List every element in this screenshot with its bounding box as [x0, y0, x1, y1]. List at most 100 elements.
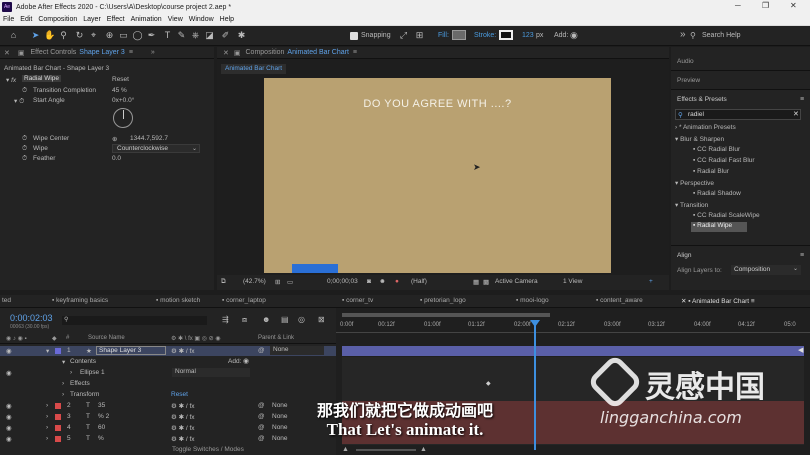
menu-layer[interactable]: Layer: [83, 16, 101, 23]
brush-tool-icon[interactable]: ✎: [176, 30, 187, 41]
clone-stamp-icon[interactable]: ⎈: [190, 30, 201, 41]
tree-item-transition[interactable]: ▾ Transition: [675, 201, 708, 209]
tree-item-perspective[interactable]: ▾ Perspective: [675, 179, 714, 187]
tree-item-radial-blur[interactable]: ▪ Radial Blur: [693, 168, 729, 175]
start-angle-expand-icon[interactable]: ▾ ⏱: [14, 97, 24, 106]
panel-close-icon[interactable]: ✕: [4, 49, 10, 57]
align-icon[interactable]: ⊞: [414, 30, 425, 41]
menu-edit[interactable]: Edit: [20, 16, 32, 23]
stroke-label[interactable]: Stroke:: [474, 32, 496, 39]
comp-lock-icon[interactable]: ▣: [234, 49, 241, 57]
tab-corner-tv[interactable]: ▪ corner_tv: [342, 297, 373, 304]
motion-blur-icon[interactable]: ◎: [298, 315, 305, 324]
layer-row-1[interactable]: ◉ ▾ 1 ★ Shape Layer 3 ⚙ ✱ / fx @ None: [0, 346, 336, 356]
search-help-input[interactable]: Search Help: [702, 32, 741, 39]
menu-view[interactable]: View: [168, 16, 183, 23]
transparency-grid-icon[interactable]: ▩: [483, 278, 489, 286]
align-menu-icon[interactable]: ≡: [800, 252, 804, 259]
tab-mooi-logo[interactable]: ▪ mooi-logo: [516, 297, 549, 304]
menu-animation[interactable]: Animation: [131, 16, 162, 23]
menu-file[interactable]: File: [3, 16, 14, 23]
fx-expand-icon[interactable]: ▾ fx: [6, 76, 16, 84]
snap-icon[interactable]: ⤢: [398, 30, 409, 41]
roto-brush-icon[interactable]: ✐: [220, 30, 231, 41]
layer-switches[interactable]: ⚙ ✱ / fx: [171, 347, 195, 355]
tab-corner-laptop[interactable]: ▪ corner_laptop: [222, 297, 266, 304]
stroke-swatch[interactable]: [499, 30, 513, 40]
zoom-out-icon[interactable]: ▲: [342, 446, 349, 453]
tree-item-radial-wipe[interactable]: ▪ Radial Wipe: [691, 222, 747, 232]
comp-tab-label[interactable]: Composition: [246, 49, 285, 56]
blend-mode-dropdown[interactable]: Normal: [172, 368, 250, 377]
close-button[interactable]: ✕: [790, 1, 797, 10]
ec-tab-label[interactable]: Effect Controls: [31, 49, 77, 56]
camera-dropdown[interactable]: Active Camera: [495, 278, 538, 285]
stopwatch-icon[interactable]: ⏱: [22, 87, 27, 95]
frame-blend-icon[interactable]: ▤: [281, 315, 289, 324]
panel-menu-icon[interactable]: ≡: [129, 49, 133, 56]
pan-behind-tool-icon[interactable]: ⊕: [104, 30, 115, 41]
tree-item-cc-radial-blur[interactable]: ▪ CC Radial Blur: [693, 146, 740, 153]
fill-label[interactable]: Fill:: [438, 32, 449, 39]
hand-tool-icon[interactable]: ✋: [44, 30, 55, 41]
menu-effect[interactable]: Effect: [107, 16, 125, 23]
zoom-tool-icon[interactable]: ⚲: [58, 30, 69, 41]
contents-row[interactable]: ▾ Contents Add: ◉: [0, 357, 336, 367]
ellipse-row[interactable]: ◉ › Ellipse 1 Normal: [0, 368, 336, 378]
ellipse-expand-icon[interactable]: ›: [70, 369, 72, 376]
resolution-dropdown[interactable]: (Half): [411, 278, 427, 285]
wipe-center-value[interactable]: 1344.7,592.7: [130, 135, 168, 142]
graph-editor-icon[interactable]: ⊠: [318, 315, 325, 324]
viewer-plus-icon[interactable]: +: [649, 278, 653, 285]
puppet-tool-icon[interactable]: ✱: [236, 30, 247, 41]
align-target-dropdown[interactable]: Composition ⌄: [731, 265, 801, 275]
contents-expand-icon[interactable]: ▾: [62, 358, 65, 366]
tree-item-cc-radial-fast-blur[interactable]: ▪ CC Radial Fast Blur: [693, 157, 755, 164]
fill-swatch[interactable]: [452, 30, 466, 40]
color-channel-icon[interactable]: ●: [395, 278, 399, 285]
comp-timecode[interactable]: 0;00;00;03: [327, 278, 358, 285]
eraser-tool-icon[interactable]: ◪: [204, 30, 215, 41]
layer-search-input[interactable]: ⚲: [62, 316, 207, 325]
comp-flowchart-icon[interactable]: ⇶: [222, 315, 229, 324]
zoom-value[interactable]: (42.7%): [243, 278, 266, 285]
align-panel-label[interactable]: Align: [677, 252, 691, 259]
menu-composition[interactable]: Composition: [38, 16, 77, 23]
rotate-tool-icon[interactable]: ↻: [74, 30, 85, 41]
feather-stopwatch-icon[interactable]: ⏱: [22, 155, 27, 163]
tree-item-cc-radial-scalewipe[interactable]: ▪ CC Radial ScaleWipe: [693, 212, 760, 219]
layer-label-color[interactable]: [55, 348, 61, 354]
effects-expand-icon[interactable]: ›: [62, 380, 64, 387]
maximize-button[interactable]: ❐: [762, 1, 769, 10]
zoom-slider[interactable]: [356, 449, 416, 451]
layer-duration-bar[interactable]: [342, 346, 804, 356]
zoom-in-icon[interactable]: ▲: [420, 446, 427, 453]
graph-nav-icon[interactable]: ◀: [798, 346, 803, 354]
snapshot-icon[interactable]: ◙: [367, 278, 371, 285]
type-tool-icon[interactable]: T: [162, 30, 173, 41]
ellipse-tool-icon[interactable]: ◯: [132, 30, 143, 41]
transition-value[interactable]: 45 %: [112, 87, 127, 94]
effects-row[interactable]: › Effects: [0, 379, 336, 389]
clear-search-icon[interactable]: ✕: [793, 110, 799, 118]
stroke-width-value[interactable]: 123: [522, 32, 534, 39]
wipe-stopwatch-icon[interactable]: ⏱: [22, 145, 27, 153]
keyframe-icon[interactable]: ◆: [486, 380, 491, 387]
layer-name[interactable]: Shape Layer 3: [96, 346, 166, 355]
wipe-dropdown[interactable]: Counterclockwise ⌄: [112, 144, 200, 153]
workspace-menu-icon[interactable]: »: [680, 29, 686, 40]
tab-pretorian-logo[interactable]: ▪ pretorian_logo: [420, 297, 466, 304]
bar-shape[interactable]: [292, 264, 338, 273]
fx-name[interactable]: Radial Wipe: [22, 75, 62, 82]
shy-icon[interactable]: ☻: [262, 315, 270, 324]
composition-canvas[interactable]: DO YOU AGREE WITH ....? ➤: [264, 78, 611, 273]
region-icon[interactable]: ▦: [473, 278, 479, 286]
fx-reset-link[interactable]: Reset: [112, 76, 129, 83]
ellipse-visibility-icon[interactable]: ◉: [6, 369, 12, 377]
toggle-switches-modes[interactable]: Toggle Switches / Modes: [172, 446, 244, 453]
tab-animated-bar-chart[interactable]: ✕ ▪ Animated Bar Chart ≡: [681, 297, 755, 305]
parent-dropdown[interactable]: None: [270, 346, 324, 355]
mask-icon[interactable]: ▭: [287, 278, 293, 286]
angle-dial[interactable]: [113, 108, 133, 128]
menu-window[interactable]: Window: [189, 16, 214, 23]
